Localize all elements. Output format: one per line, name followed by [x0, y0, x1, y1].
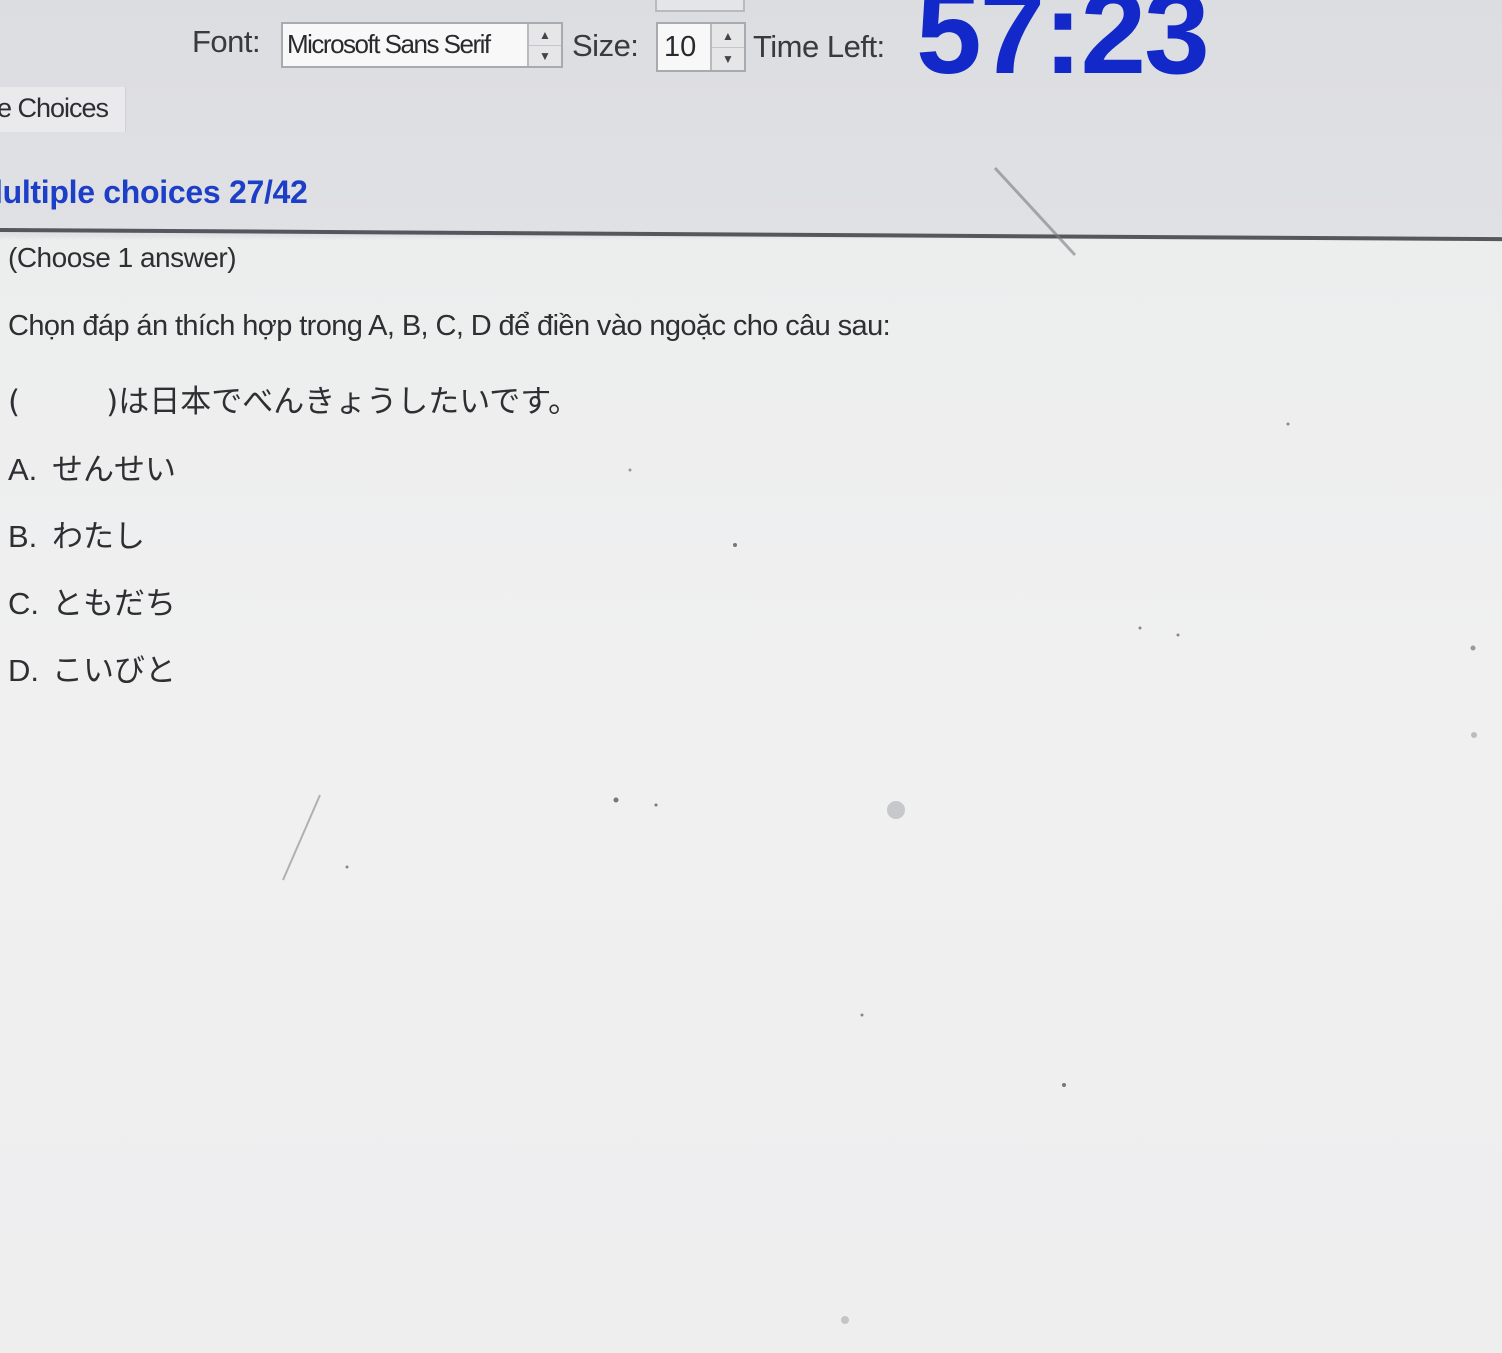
- section-divider: [0, 228, 1502, 242]
- option-letter: A.: [8, 452, 38, 487]
- spin-down-icon[interactable]: ▼: [712, 47, 744, 70]
- size-value: 10: [664, 31, 697, 63]
- tab-multiple-choices[interactable]: le Choices: [0, 87, 126, 132]
- font-label: Font:: [192, 24, 261, 59]
- tab-label: le Choices: [0, 93, 109, 123]
- option-c[interactable]: C. ともだち: [8, 578, 176, 623]
- option-letter: D.: [8, 653, 39, 688]
- option-d[interactable]: D. こいびと: [8, 645, 176, 690]
- font-selector[interactable]: Microsoft Sans Serif ▲ ▼: [281, 22, 563, 68]
- answer-instruction: (Choose 1 answer): [8, 242, 237, 273]
- spin-up-icon[interactable]: ▲: [529, 24, 561, 46]
- size-label: Size:: [572, 28, 639, 63]
- sentence-open-paren: (: [8, 384, 21, 420]
- section-title: lultiple choices 27/42: [0, 174, 308, 210]
- toolbar: Font: Microsoft Sans Serif ▲ ▼ Size: 10 …: [0, 0, 1502, 99]
- option-text: わたし: [52, 519, 145, 555]
- spin-down-icon[interactable]: ▼: [529, 45, 561, 66]
- font-value: Microsoft Sans Serif: [287, 29, 491, 59]
- option-text: せんせい: [52, 452, 176, 488]
- spin-up-icon[interactable]: ▲: [712, 24, 744, 48]
- option-b[interactable]: B. わたし: [8, 511, 145, 556]
- option-letter: B.: [8, 519, 38, 554]
- option-text: ともだち: [52, 586, 176, 622]
- question-prompt: Chọn đáp án thích hợp trong A, B, C, D đ…: [8, 310, 891, 342]
- exam-window: Font: Microsoft Sans Serif ▲ ▼ Size: 10 …: [0, 0, 1502, 1353]
- countdown-timer: 57:23: [916, 0, 1210, 99]
- option-a[interactable]: A. せんせい: [8, 444, 176, 489]
- time-left-label: Time Left:: [753, 29, 885, 64]
- option-text: こいびと: [52, 653, 176, 689]
- font-spinner[interactable]: ▲ ▼: [527, 24, 561, 66]
- question-sentence: ( )は日本でべんきょうしたいです。: [8, 376, 579, 421]
- toolbar-partial-control[interactable]: [655, 0, 745, 12]
- option-letter: C.: [8, 586, 39, 621]
- size-spinner[interactable]: ▲ ▼: [710, 24, 744, 70]
- sentence-rest: )は日本でべんきょうしたいです。: [106, 384, 580, 420]
- size-selector[interactable]: 10 ▲ ▼: [656, 22, 746, 72]
